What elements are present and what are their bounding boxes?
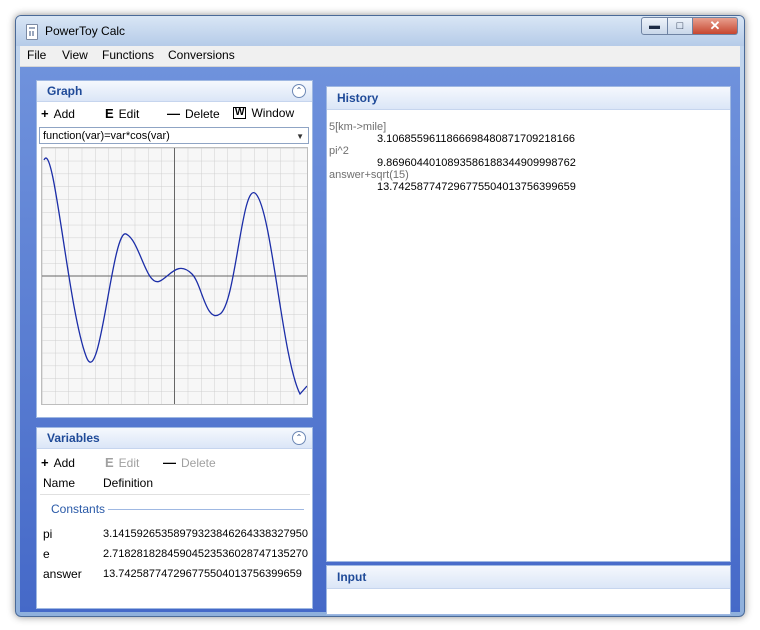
input-panel-title: Input: [337, 570, 367, 584]
window-controls: ▬ □ ✕: [641, 17, 738, 35]
variables-toolbar: + Add E Edit — Delete: [37, 452, 312, 472]
graph-canvas[interactable]: [41, 147, 308, 405]
expression-input[interactable]: [327, 589, 730, 613]
graph-toolbar: + Add E Edit — Delete W Window: [37, 103, 312, 123]
client-area: Graph ⌃ + Add E Edit — Delete W Window f…: [20, 67, 740, 615]
variable-name: answer: [43, 567, 82, 581]
graph-collapse-button[interactable]: ⌃: [292, 84, 306, 98]
function-select-value: function(var)=var*cos(var): [43, 130, 170, 142]
function-select[interactable]: function(var)=var*cos(var) ▼: [39, 127, 309, 144]
edit-icon: E: [105, 106, 114, 121]
graph-panel: Graph ⌃ + Add E Edit — Delete W Window f…: [36, 80, 313, 418]
variable-definition: 2.71828182845904523536028747135270: [103, 548, 308, 560]
graph-delete-label: Delete: [185, 106, 220, 121]
history-result[interactable]: 9.8696044010893586188344909998762: [329, 157, 576, 169]
input-panel: Input: [326, 565, 731, 615]
maximize-button[interactable]: □: [668, 17, 693, 35]
chevron-up-icon: ⌃: [295, 86, 303, 95]
graph-edit-button[interactable]: E Edit: [105, 106, 139, 121]
graph-panel-title: Graph: [47, 84, 83, 98]
history-result[interactable]: 3.1068559611866698480871709218166: [329, 133, 576, 145]
maximize-icon: □: [676, 20, 684, 32]
menu-bar: File View Functions Conversions: [20, 46, 740, 67]
history-result[interactable]: 13.742587747296775504013756399659: [329, 181, 576, 193]
group-divider: [108, 509, 304, 510]
variables-panel-title: Variables: [47, 431, 100, 445]
variable-definition: 13.742587747296775504013756399659: [103, 568, 302, 580]
minus-icon: —: [163, 455, 176, 470]
close-icon: ✕: [709, 18, 721, 33]
graph-window-label: Window: [251, 106, 295, 120]
variables-collapse-button[interactable]: ⌃: [292, 431, 306, 445]
variable-name: pi: [43, 527, 53, 541]
history-panel: History 5[km->mile] 3.106855961186669848…: [326, 86, 731, 562]
table-row[interactable]: e 2.71828182845904523536028747135270: [40, 545, 310, 563]
app-window: PowerToy Calc ▬ □ ✕ File View Functions …: [15, 15, 745, 617]
variable-delete-label: Delete: [181, 455, 216, 470]
plus-icon: +: [41, 106, 49, 121]
group-label-constants: Constants: [51, 502, 106, 516]
menu-file[interactable]: File: [27, 48, 46, 62]
variable-edit-button[interactable]: E Edit: [105, 455, 139, 470]
history-list: 5[km->mile] 3.10685596118666984808717092…: [329, 121, 576, 193]
graph-edit-label: Edit: [118, 106, 140, 121]
minus-icon: —: [167, 106, 180, 121]
column-header-definition[interactable]: Definition: [103, 476, 153, 490]
function-plot: [42, 148, 308, 404]
history-expression[interactable]: pi^2: [329, 145, 576, 157]
history-panel-title: History: [337, 91, 379, 105]
variable-name: e: [43, 547, 50, 561]
variables-panel-header: Variables ⌃: [37, 428, 312, 449]
menu-view[interactable]: View: [62, 48, 88, 62]
table-row[interactable]: pi 3.14159265358979323846264338327950: [40, 525, 310, 543]
graph-add-label: Add: [53, 106, 75, 121]
variable-delete-button[interactable]: — Delete: [163, 455, 216, 470]
dropdown-arrow-icon: ▼: [296, 132, 304, 141]
graph-add-button[interactable]: + Add: [41, 106, 75, 121]
minimize-button[interactable]: ▬: [641, 17, 668, 35]
minimize-icon: ▬: [649, 20, 660, 32]
variable-add-button[interactable]: + Add: [41, 455, 75, 470]
history-expression[interactable]: 5[km->mile]: [329, 121, 576, 133]
graph-panel-header: Graph ⌃: [37, 81, 312, 102]
menu-functions[interactable]: Functions: [102, 48, 154, 62]
variables-panel: Variables ⌃ + Add E Edit — Delete Name D…: [36, 427, 313, 609]
table-row[interactable]: answer 13.742587747296775504013756399659: [40, 565, 310, 583]
close-button[interactable]: ✕: [693, 17, 738, 35]
variable-add-label: Add: [53, 455, 75, 470]
calculator-icon: [26, 24, 38, 40]
history-expression[interactable]: answer+sqrt(15): [329, 169, 576, 181]
history-panel-header: History: [327, 87, 730, 110]
graph-delete-button[interactable]: — Delete: [167, 106, 220, 121]
input-panel-header: Input: [327, 566, 730, 589]
column-header-name[interactable]: Name: [43, 476, 75, 490]
graph-window-button[interactable]: W Window: [233, 106, 294, 120]
title-bar: PowerToy Calc ▬ □ ✕: [16, 16, 744, 46]
window-icon: W: [233, 107, 247, 119]
variable-edit-label: Edit: [118, 455, 140, 470]
menu-conversions[interactable]: Conversions: [168, 48, 235, 62]
chevron-up-icon: ⌃: [295, 433, 303, 442]
header-divider: [40, 494, 310, 495]
edit-icon: E: [105, 455, 114, 470]
variable-definition: 3.14159265358979323846264338327950: [103, 528, 308, 540]
plus-icon: +: [41, 455, 49, 470]
window-title: PowerToy Calc: [45, 24, 126, 38]
